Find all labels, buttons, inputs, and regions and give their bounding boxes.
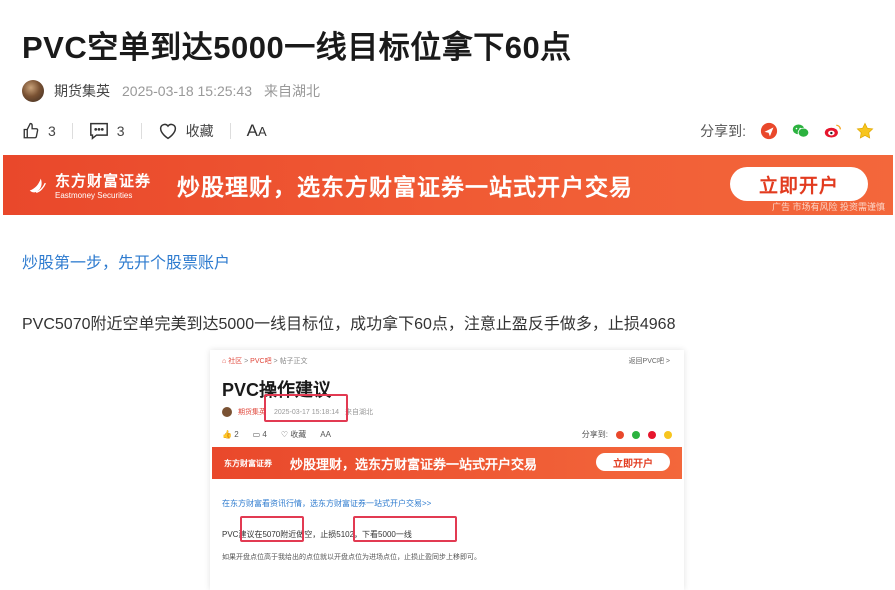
author-avatar[interactable] [22,80,44,102]
thumbs-up-icon: 👍 2 [222,430,239,439]
share-label: 分享到: [700,123,746,139]
avatar [222,407,232,417]
highlight-box-entry [240,516,304,542]
article-title: PVC空单到达5000一线目标位拿下60点 [22,30,572,65]
screenshot-link: 在东方财富看资讯行情，选东方财富证券一站式开户交易>> [222,499,432,508]
favorite-label: 收藏 [185,123,214,139]
comment-icon [89,122,109,140]
share-bar: 分享到: [700,121,874,141]
divider [229,123,231,139]
font-size-icon: AA [246,121,267,140]
banner-slogan: 炒股理财，选东方财富证券一站式开户交易 [177,174,634,200]
wechat-icon [632,430,640,439]
ad-disclaimer: 广告 市场有风险 投资需谨慎 [771,202,885,212]
highlight-box-date [264,394,348,422]
weibo-icon[interactable] [824,122,842,140]
open-account-button[interactable]: 立即开户 [730,167,868,201]
eastmoney-logo: 东方财富证券 Eastmoney Securities [27,170,151,200]
wechat-icon[interactable] [792,122,810,140]
open-account-link[interactable]: 炒股第一步，先开个股票账户 [22,249,230,273]
font-size-button[interactable]: AA [247,121,267,141]
comment-count: 3 [116,123,125,139]
thumbs-up-icon [22,122,40,140]
comment-button[interactable]: 3 [89,122,125,140]
font-size-icon: AA [320,430,331,439]
divider [71,123,73,139]
article-paragraph: PVC5070附近空单完美到达5000一线目标位，成功拿下60点，注意止盈反手做… [22,316,676,333]
favorite-button[interactable]: 收藏 [158,121,214,141]
heart-icon [158,122,178,140]
divider [140,123,142,139]
weibo-icon [648,430,656,439]
ad-banner[interactable]: 东方财富证券 Eastmoney Securities 炒股理财，选东方财富证券… [3,155,893,215]
share-red-icon[interactable] [760,122,778,140]
location: 来自湖北 [264,83,320,99]
comment-icon: ▭ 4 [252,430,267,439]
star-icon [664,430,672,439]
share-red-icon [616,430,624,439]
star-icon[interactable] [856,122,874,140]
author-name[interactable]: 期货集英 [54,81,110,101]
action-bar: 3 3 收藏 AA 分享到: [22,120,874,142]
screenshot-action-bar: 👍 2 ▭ 4 ♡ 收藏 AA 分享到: [222,429,672,440]
breadcrumb: ⌂ 社区 > PVC吧 > 帖子正文 [222,358,308,365]
embedded-screenshot: ⌂ 社区 > PVC吧 > 帖子正文 返回PVC吧 > PVC操作建议 期货集英… [210,350,684,590]
article-meta: 期货集英 2025-03-18 15:25:43 来自湖北 [22,79,320,103]
eastmoney-logo-icon [29,178,46,194]
heart-icon: ♡ 收藏 [280,430,307,439]
publish-date: 2025-03-18 15:25:43 [122,83,252,99]
highlight-box-target [353,516,457,542]
back-link: 返回PVC吧 > [628,358,670,365]
like-button[interactable]: 3 [22,122,56,140]
like-count: 3 [48,123,56,139]
screenshot-paragraph-2: 如果开盘点位高于我给出的点位就以开盘点位为进场点位，止损止盈同步上移即可。 [222,554,481,561]
screenshot-banner: 东方财富证券 炒股理财，选东方财富证券一站式开户交易 立即开户 [212,447,682,479]
